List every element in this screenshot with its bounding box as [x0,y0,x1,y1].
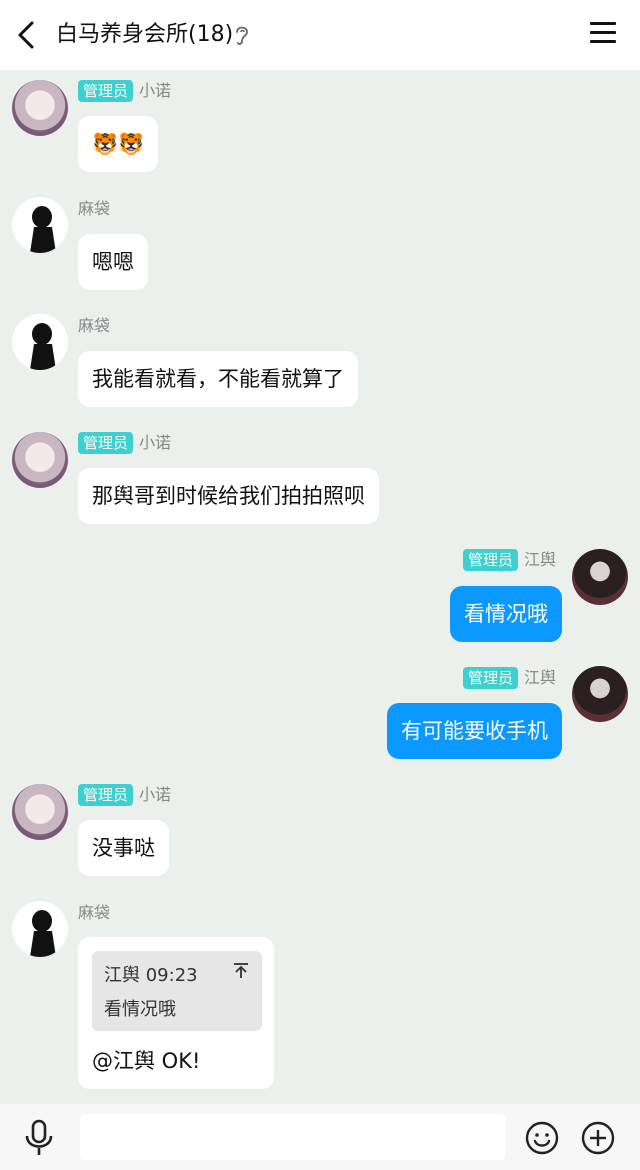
quoted-text: 看情况哦 [104,999,176,1020]
sender-line: 管理员 江舆 [462,549,556,571]
chat-title[interactable]: 白马养身会所(18) [56,18,233,52]
message-bubble[interactable]: 那舆哥到时候给我们拍拍照呗 [78,468,379,524]
avatar-xiaonuo[interactable] [12,80,68,136]
quoted-sender-time: 江舆 09:23 [104,965,198,986]
message-bubble[interactable]: 嗯嗯 [78,234,148,290]
avatar-jiangyu[interactable] [572,549,628,605]
admin-badge: 管理员 [462,667,518,689]
plus-icon[interactable] [580,1120,616,1156]
back-arrow-icon[interactable] [12,18,44,52]
reply-text: @江舆 OK! [92,1049,201,1073]
admin-badge: 管理员 [78,80,134,102]
input-bar [0,1104,640,1170]
admin-badge: 管理员 [462,549,518,571]
admin-badge: 管理员 [78,784,134,806]
admin-badge: 管理员 [78,432,134,454]
message-bubble-self[interactable]: 看情况哦 [450,586,562,642]
chat-header: 白马养身会所(18) [0,0,640,70]
emoji-icon[interactable] [524,1120,560,1156]
quoted-message[interactable]: 江舆 09:23 看情况哦 [92,951,262,1031]
microphone-icon[interactable] [22,1118,56,1158]
sender-line: 管理员 小诺 [78,784,171,806]
avatar-madai[interactable] [12,197,68,253]
sender-line: 管理员 小诺 [78,80,171,102]
ear-icon [234,24,250,46]
sender-line: 管理员 小诺 [78,432,171,454]
avatar-jiangyu[interactable] [572,666,628,722]
sender-name: 麻袋 [78,199,111,218]
menu-icon[interactable] [590,22,616,48]
message-bubble[interactable]: 🐯🐯 [78,116,159,172]
avatar-xiaonuo[interactable] [12,432,68,488]
avatar-xiaonuo[interactable] [12,784,68,840]
jump-to-top-icon[interactable] [232,961,250,979]
reply-message-bubble[interactable]: 江舆 09:23 看情况哦 @江舆 OK! [78,937,274,1089]
avatar-madai[interactable] [12,901,68,957]
sender-name: 江舆 [523,668,556,687]
sender-name: 小诺 [139,785,172,804]
sender-line: 管理员 江舆 [462,667,556,689]
message-bubble-self[interactable]: 有可能要收手机 [387,703,562,759]
sender-name: 小诺 [139,433,172,452]
message-bubble[interactable]: 我能看就看，不能看就算了 [78,351,358,407]
message-bubble[interactable]: 没事哒 [78,820,169,876]
sender-name: 麻袋 [78,316,111,335]
message-input[interactable] [80,1114,506,1160]
sender-name: 小诺 [139,81,172,100]
avatar-madai[interactable] [12,314,68,370]
sender-name: 麻袋 [78,903,111,922]
sender-name: 江舆 [523,550,556,569]
